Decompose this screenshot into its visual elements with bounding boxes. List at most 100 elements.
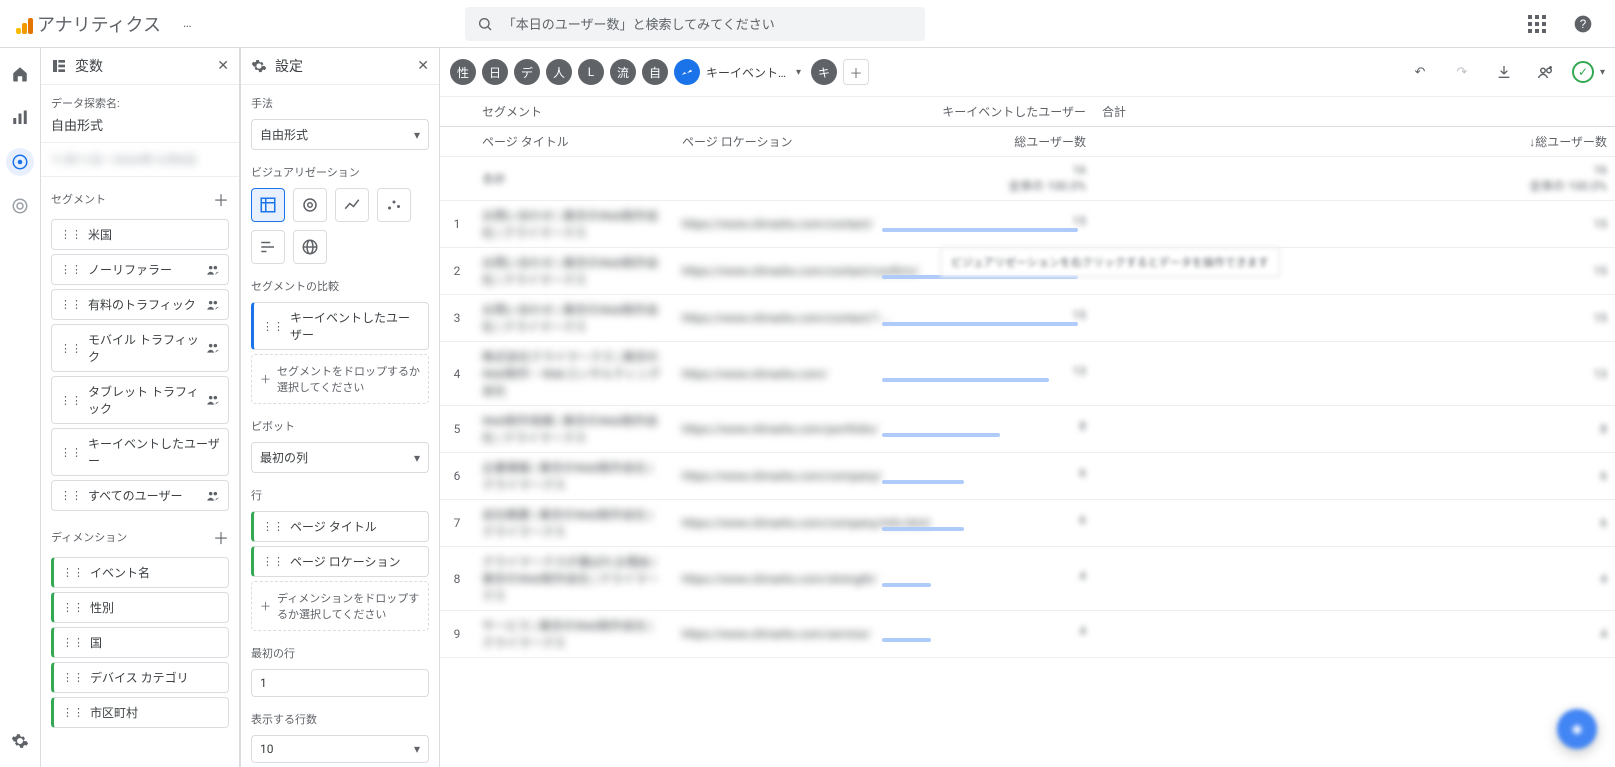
segment-chip[interactable]: ⋮⋮タブレット トラフィック	[51, 376, 229, 424]
add-dimension[interactable]: ＋	[213, 525, 229, 549]
cell-users: 13	[874, 342, 1094, 406]
viz-bar[interactable]	[251, 230, 285, 264]
viz-scatter[interactable]	[377, 188, 411, 222]
rail-advertising[interactable]	[6, 192, 34, 220]
pivot-select[interactable]: 最初の列 ▾	[251, 442, 429, 473]
brand-text: アナリティクス	[37, 11, 161, 37]
date-range[interactable]: 11月11日～2024年12月8日	[51, 151, 229, 168]
settings-title: 設定	[275, 56, 303, 76]
drag-handle-icon: ⋮⋮	[60, 342, 82, 355]
drag-handle-icon: ⋮⋮	[60, 446, 82, 459]
dimension-chip[interactable]: ⋮⋮デバイス カテゴリ	[51, 662, 229, 693]
segment-chip[interactable]: ⋮⋮すべてのユーザー	[51, 480, 229, 511]
main-canvas: 性日デ人L流自 キーイベント… ▾ キ ＋ ↶ ↷ ✓ ▾	[440, 48, 1615, 767]
table-row[interactable]: 1お問い合わせ | 東京のWeb制作会社 | クライマークスhttps://ww…	[440, 201, 1615, 248]
segment-chip[interactable]: ⋮⋮モバイル トラフィック	[51, 324, 229, 372]
tab-menu-caret[interactable]: ▾	[796, 67, 801, 78]
col-total-users[interactable]: ↓総ユーザー数	[1094, 127, 1615, 157]
pivot-label: ピボット	[241, 408, 439, 438]
tab-pill[interactable]: 人	[546, 59, 572, 85]
table-row[interactable]: 9サービス | 東京のWeb制作会社 | クライマークスhttps://www.…	[440, 611, 1615, 658]
top-bar: アナリティクス … 「本日のユーザー数」と検索してみてください ?	[0, 0, 1615, 48]
download-icon[interactable]	[1488, 56, 1520, 88]
exp-name-label: データ探索名:	[41, 85, 239, 115]
table-row[interactable]: 4株式会社クライマークス | 東京のWeb制作・Webコンサルティング会社htt…	[440, 342, 1615, 406]
col-users[interactable]: 総ユーザー数	[874, 127, 1094, 157]
seg-cmp-dropzone[interactable]: ＋セグメントをドロップするか選択してください	[251, 354, 429, 404]
cell-users: 8	[874, 406, 1094, 453]
viz-geo[interactable]	[293, 230, 327, 264]
data-table: セグメント キーイベントしたユーザー 合計 ページ タイトル ページ ロケーショ…	[440, 97, 1615, 767]
col-page-title[interactable]: ページ タイトル	[474, 127, 674, 157]
table-row[interactable]: 8クライマークスが選ばれる理由 | 東京のWeb制作会社 | クライマークスht…	[440, 547, 1615, 611]
table-row[interactable]: 5Web制作実績 | 東京のWeb制作会社 | クライマークスhttps://w…	[440, 406, 1615, 453]
viz-hint-tooltip: ビジュアリゼーションを右クリックするとデータを操作できます	[940, 247, 1280, 277]
segment-chip[interactable]: ⋮⋮キーイベントしたユーザー	[51, 428, 229, 476]
tab-pill[interactable]: 日	[482, 59, 508, 85]
col-page-location[interactable]: ページ ロケーション	[674, 127, 874, 157]
tab-add[interactable]: ＋	[843, 59, 869, 85]
people-icon	[206, 489, 220, 503]
drag-handle-icon: ⋮⋮	[60, 263, 82, 276]
drag-handle-icon: ⋮⋮	[62, 636, 84, 649]
add-segment[interactable]: ＋	[213, 187, 229, 211]
apps-icon[interactable]	[1521, 8, 1553, 40]
seg-cmp-chip[interactable]: ⋮⋮ キーイベントしたユーザー	[251, 302, 429, 350]
table-row[interactable]: 6企業情報 | 東京のWeb制作会社 | クライマークスhttps://www.…	[440, 453, 1615, 500]
account-switcher[interactable]: …	[173, 16, 203, 31]
status-caret[interactable]: ▾	[1600, 67, 1605, 78]
segment-chip[interactable]: ⋮⋮ノーリファラー	[51, 254, 229, 285]
tab-pill[interactable]: 性	[450, 59, 476, 85]
close-variables[interactable]: ✕	[217, 58, 229, 74]
viz-donut[interactable]	[293, 188, 327, 222]
rows-dropzone[interactable]: ＋ディメンションをドロップするか選択してください	[251, 581, 429, 631]
tab-pill[interactable]: 流	[610, 59, 636, 85]
exp-name[interactable]: 自由形式	[41, 115, 239, 142]
tab-extra[interactable]: キ	[811, 59, 837, 85]
start-row-input[interactable]: 1	[251, 669, 429, 697]
redo-icon[interactable]: ↷	[1446, 56, 1478, 88]
close-settings[interactable]: ✕	[417, 58, 429, 74]
rail-explore[interactable]	[6, 148, 34, 176]
segment-chip[interactable]: ⋮⋮米国	[51, 219, 229, 250]
cell-total-users: 15	[1094, 295, 1615, 342]
viz-table[interactable]	[251, 188, 285, 222]
tab-active[interactable]: キーイベント… ▾	[674, 59, 805, 85]
tab-pill[interactable]: L	[578, 59, 604, 85]
search-bar[interactable]: 「本日のユーザー数」と検索してみてください	[465, 7, 925, 41]
assistant-fab[interactable]: ◉	[1557, 709, 1597, 749]
method-select[interactable]: 自由形式 ▾	[251, 119, 429, 150]
table-row[interactable]: 3お問い合わせ | 東京のWeb制作会社 | クライマークスhttps://ww…	[440, 295, 1615, 342]
variables-icon	[51, 58, 67, 74]
rail-admin[interactable]	[6, 727, 34, 755]
segment-chip[interactable]: ⋮⋮有料のトラフィック	[51, 289, 229, 320]
help-icon[interactable]: ?	[1567, 8, 1599, 40]
dimension-chip[interactable]: ⋮⋮市区町村	[51, 697, 229, 728]
cell-page-title: お問い合わせ | 東京のWeb制作会社 | クライマークス	[474, 248, 674, 295]
drag-handle-icon: ⋮⋮	[60, 228, 82, 241]
row-index: 3	[440, 295, 474, 342]
dimension-chip[interactable]: ⋮⋮イベント名	[51, 557, 229, 588]
pivot-value: 最初の列	[260, 449, 308, 466]
rail-reports[interactable]	[6, 104, 34, 132]
table-row[interactable]: 7会社概要 | 東京のWeb制作会社 | クライマークスhttps://www.…	[440, 500, 1615, 547]
logo-icon	[16, 14, 33, 34]
caret-down-icon: ▾	[414, 128, 420, 142]
drag-handle-icon: ⋮⋮	[62, 706, 84, 719]
cell-page-title: サービス | 東京のWeb制作会社 | クライマークス	[474, 611, 674, 658]
cell-page-title: クライマークスが選ばれる理由 | 東京のWeb制作会社 | クライマークス	[474, 547, 674, 611]
rail-home[interactable]	[6, 60, 34, 88]
drag-handle-icon: ⋮⋮	[62, 601, 84, 614]
tab-pill[interactable]: デ	[514, 59, 540, 85]
show-rows-label: 表示する行数	[241, 701, 439, 731]
row-dimension-chip[interactable]: ⋮⋮ページ ロケーション	[251, 546, 429, 577]
dimension-chip[interactable]: ⋮⋮国	[51, 627, 229, 658]
dimension-chip[interactable]: ⋮⋮性別	[51, 592, 229, 623]
share-icon[interactable]	[1530, 56, 1562, 88]
tab-pill[interactable]: 自	[642, 59, 668, 85]
row-dimension-chip[interactable]: ⋮⋮ページ タイトル	[251, 511, 429, 542]
status-ok-icon[interactable]: ✓	[1572, 61, 1594, 83]
show-rows-select[interactable]: 10 ▾	[251, 735, 429, 763]
viz-line[interactable]	[335, 188, 369, 222]
undo-icon[interactable]: ↶	[1404, 56, 1436, 88]
